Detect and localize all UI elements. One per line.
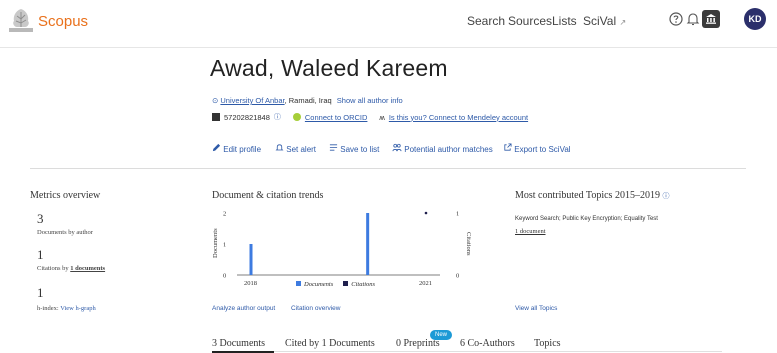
orcid-icon	[292, 113, 301, 121]
y2-tick-label: 0	[456, 273, 459, 280]
edit-profile-label: Edit profile	[223, 145, 262, 154]
new-badge: New	[430, 330, 452, 340]
tab-topics[interactable]: Topics	[534, 338, 561, 349]
legend-citations-swatch	[343, 281, 349, 286]
view-all-topics-link[interactable]: View all Topics	[515, 305, 557, 312]
potential-author-matches-button[interactable]: Potential author matches	[392, 143, 493, 154]
bell-icon[interactable]	[684, 10, 702, 28]
citations-label-text: Citations by	[37, 265, 69, 272]
edit-profile-button[interactable]: Edit profile	[212, 143, 261, 154]
y-axis-label: Documents	[212, 228, 219, 258]
top-header	[0, 0, 777, 48]
nav-sources[interactable]: Sources	[508, 14, 552, 28]
legend-documents-label: Documents	[304, 281, 334, 288]
citations-label: Citations by 1 documents	[37, 265, 105, 272]
y2-tick-label: 1	[456, 211, 459, 218]
tab-documents[interactable]: 3 Documents	[212, 338, 265, 349]
section-divider	[30, 168, 746, 169]
list-icon	[329, 144, 338, 151]
topics-title: Most contributed Topics 2015–2019 ⓘ	[515, 190, 669, 201]
export-to-scival-button[interactable]: Export to SciVal	[503, 143, 571, 154]
save-to-list-button[interactable]: Save to list	[329, 143, 379, 154]
x-tick-label: 2018	[244, 280, 257, 287]
info-icon[interactable]: ⓘ	[274, 112, 281, 122]
tab-co-authors[interactable]: 6 Co-Authors	[460, 338, 515, 349]
nav-scival[interactable]: SciVal ↗	[583, 14, 626, 28]
export-to-scival-label: Export to SciVal	[514, 145, 571, 154]
citations-documents-link[interactable]: 1 documents	[70, 265, 105, 272]
external-link-icon: ↗	[619, 18, 627, 27]
nav-search[interactable]: Search	[467, 14, 505, 28]
y-tick-label: 1	[223, 242, 226, 249]
help-icon[interactable]	[667, 10, 685, 28]
affiliation-link[interactable]: University Of Anbar	[220, 96, 284, 105]
legend-documents-swatch	[296, 281, 301, 286]
hindex-row: h-index: View h-graph	[37, 305, 96, 312]
tabs-baseline	[212, 351, 722, 352]
y-tick-label: 0	[223, 273, 226, 280]
hindex-value: 1	[37, 285, 44, 300]
legend-citations-label: Citations	[351, 281, 376, 288]
potential-author-matches-label: Potential author matches	[404, 145, 493, 154]
documents-count: 3	[37, 211, 44, 226]
location-pin-icon: ⊙	[212, 96, 219, 105]
scopus-brand[interactable]: Scopus	[38, 13, 88, 30]
export-icon	[504, 143, 512, 151]
affiliation-row: ⊙ University Of Anbar, Ramadi, Iraq Show…	[212, 96, 403, 105]
bell-icon	[275, 144, 284, 151]
set-alert-label: Set alert	[286, 145, 317, 154]
nav-lists[interactable]: Lists	[552, 14, 577, 28]
analyze-author-output-link[interactable]: Analyze author output	[212, 305, 275, 312]
documents-bar	[366, 213, 370, 275]
trends-title: Document & citation trends	[212, 190, 324, 201]
x-tick-label: 2021	[419, 280, 432, 287]
elsevier-logo-icon[interactable]	[8, 6, 34, 34]
user-avatar[interactable]: KD	[744, 8, 766, 30]
nav-scival-label: SciVal	[583, 14, 617, 28]
show-all-author-info-link[interactable]: Show all author info	[337, 96, 403, 105]
author-id-icon	[212, 113, 220, 121]
set-alert-button[interactable]: Set alert	[275, 143, 316, 154]
identifiers-row: 57202821848 ⓘ Connect to ORCID ʍ Is this…	[212, 112, 528, 122]
hindex-label: h-index:	[37, 305, 59, 312]
author-id: 57202821848	[224, 112, 270, 122]
topics-title-text: Most contributed Topics 2015–2019	[515, 190, 660, 201]
y-tick-label: 2	[223, 211, 226, 218]
people-icon	[392, 143, 402, 152]
view-h-graph-link[interactable]: View h-graph	[60, 305, 96, 312]
documents-label: Documents by author	[37, 229, 93, 236]
legend-documents: Documents	[296, 281, 333, 288]
y2-axis-label: Citations	[465, 232, 472, 256]
tab-cited-by[interactable]: Cited by 1 Documents	[285, 338, 375, 349]
mendeley-icon: ʍ	[379, 112, 385, 122]
save-to-list-label: Save to list	[340, 145, 380, 154]
citation-overview-link[interactable]: Citation overview	[291, 305, 341, 312]
author-name: Awad, Waleed Kareem	[210, 55, 448, 81]
legend-citations: Citations	[343, 281, 375, 288]
pencil-icon	[212, 143, 221, 152]
connect-mendeley-link[interactable]: Is this you? Connect to Mendeley account	[389, 113, 528, 122]
info-icon[interactable]: ⓘ	[662, 192, 669, 200]
chart-legend: Documents Citations	[296, 281, 375, 288]
affiliation-location: , Ramadi, Iraq	[284, 96, 332, 105]
documents-bar	[249, 244, 253, 275]
citations-count: 1	[37, 247, 44, 262]
metrics-overview-title: Metrics overview	[30, 190, 101, 201]
institution-icon[interactable]	[702, 10, 720, 28]
connect-orcid-link[interactable]: Connect to ORCID	[305, 113, 368, 122]
topic-name[interactable]: Keyword Search; Public Key Encryption; E…	[515, 216, 658, 222]
topic-documents-link[interactable]: 1 document	[515, 228, 546, 235]
citations-point	[424, 211, 428, 215]
